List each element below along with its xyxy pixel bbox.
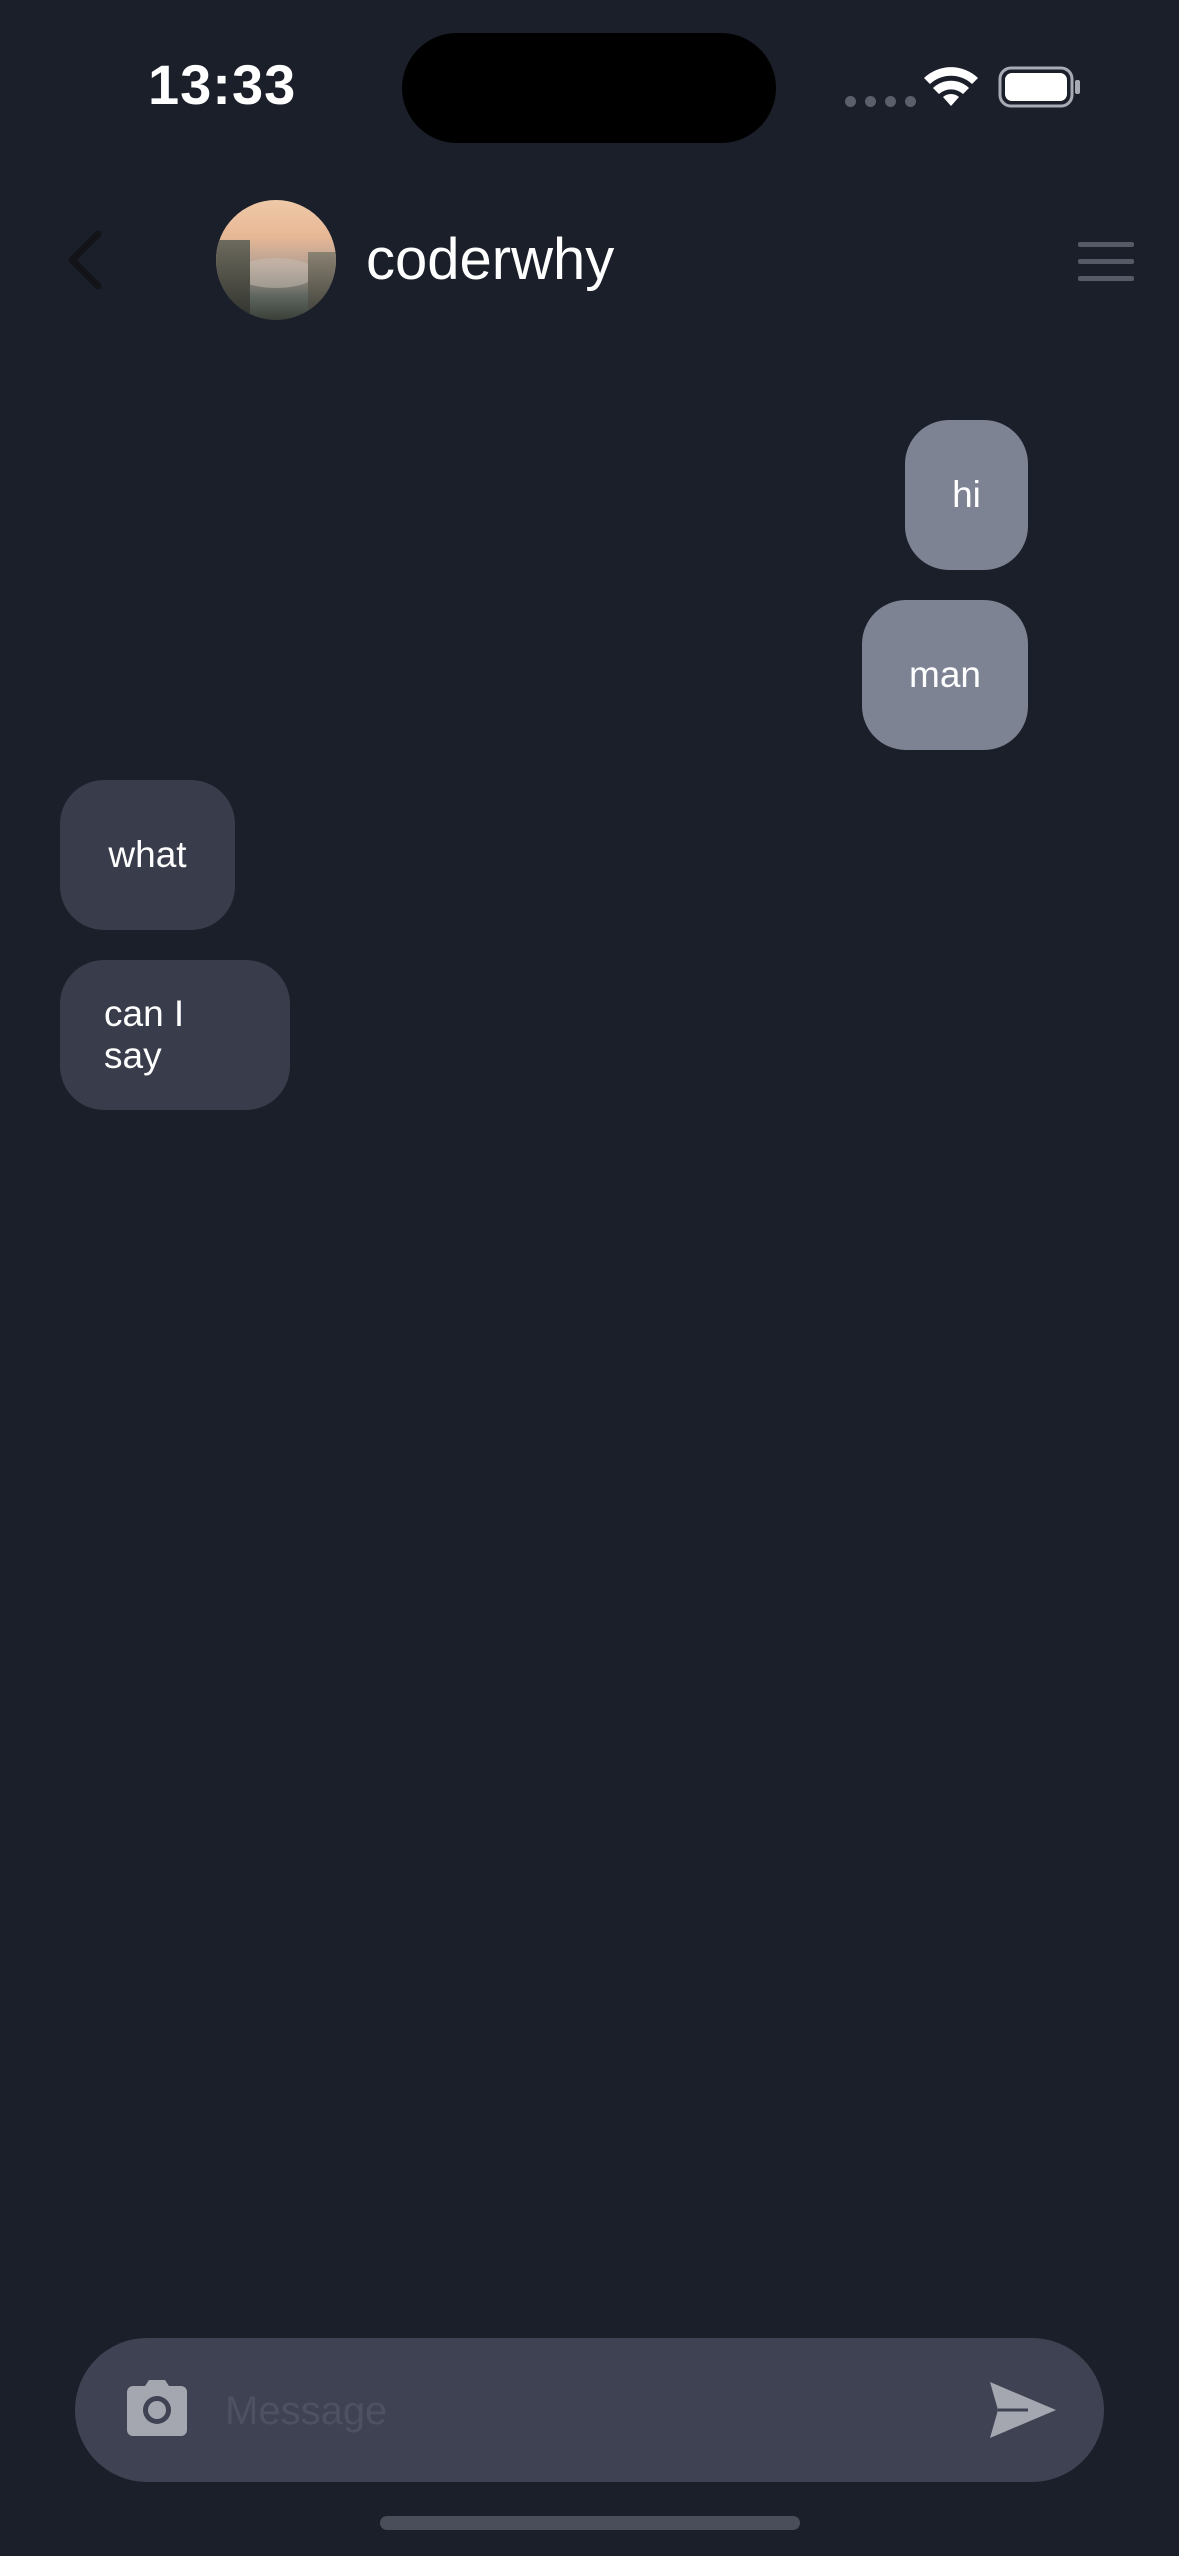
chevron-left-icon [68,230,102,290]
message-input[interactable] [223,2374,997,2448]
message-bubble-received[interactable]: can I say [60,960,290,1110]
chat-screen: 13:33 coderwhy hi man what can I say [0,0,1179,2556]
status-time: 13:33 [148,53,297,116]
back-button[interactable] [56,225,112,295]
send-icon [990,2382,1056,2438]
message-bubble-sent[interactable]: hi [905,420,1028,570]
message-bubble-sent[interactable]: man [862,600,1028,750]
avatar[interactable] [216,200,336,320]
camera-icon [127,2380,187,2436]
cellular-signal-icon [845,96,916,107]
battery-icon [998,66,1080,108]
dynamic-island [402,33,776,143]
home-indicator[interactable] [380,2516,800,2530]
contact-name: coderwhy [366,227,615,292]
camera-button[interactable] [125,2378,189,2438]
message-composer [75,2338,1104,2482]
menu-button[interactable] [1078,240,1134,284]
message-bubble-received[interactable]: what [60,780,235,930]
send-button[interactable] [988,2380,1058,2440]
wifi-icon [924,67,978,106]
